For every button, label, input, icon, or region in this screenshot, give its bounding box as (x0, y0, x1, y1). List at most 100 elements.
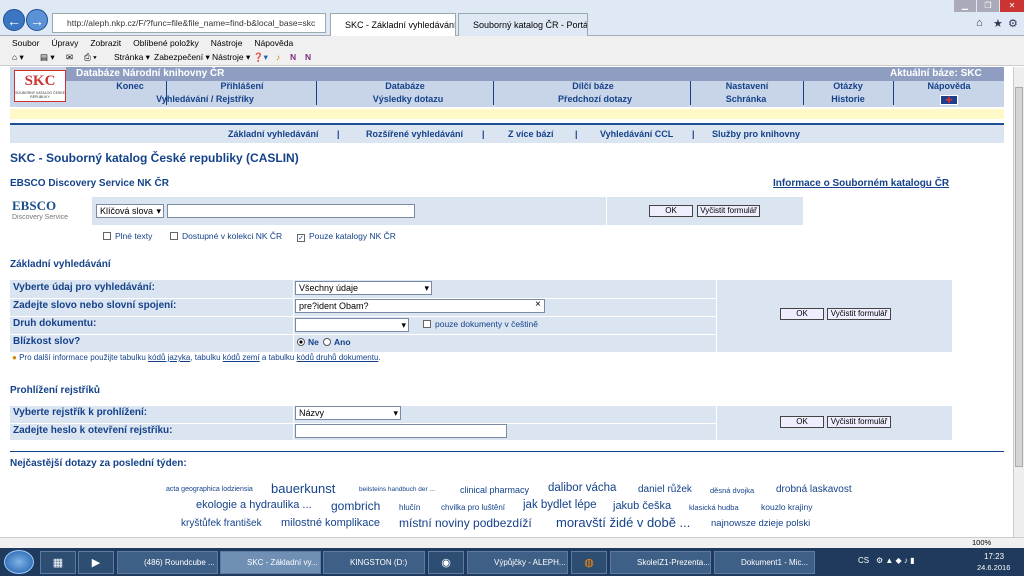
command-tools[interactable]: Nástroje ▾ (212, 52, 250, 63)
home-icon[interactable]: ⌂ (976, 17, 983, 29)
nav-vyhledavani[interactable]: Vyhledávání / Rejstříky (135, 94, 275, 104)
command-page[interactable]: Stránka ▾ (114, 52, 150, 63)
menu-soubor[interactable]: Soubor (12, 36, 39, 50)
tag[interactable]: hlučín (399, 503, 420, 512)
english-flag-icon[interactable]: ✚ (940, 95, 958, 105)
czech-only-checkbox[interactable]: pouze dokumenty v češtině (423, 319, 538, 329)
start-button[interactable] (4, 550, 34, 574)
onenote-icon-2[interactable]: N (305, 52, 311, 62)
opt-catalogs-only[interactable]: ✓ Pouze katalogy NK ČR (297, 231, 396, 242)
index-select[interactable]: Názvy (295, 406, 401, 420)
tag[interactable]: ekologie a hydraulika ... (196, 499, 312, 511)
tag[interactable]: kouzlo krajiny (761, 502, 813, 512)
print-icon[interactable]: ⎙ ▾ (84, 52, 97, 63)
tag[interactable]: clinical pharmacy (460, 485, 529, 495)
command-security[interactable]: Zabezpečení ▾ (154, 52, 210, 63)
taskbar-roundcube[interactable]: (486) Roundcube ... (117, 551, 218, 574)
tag[interactable]: daniel růžek (638, 484, 692, 495)
nav-nastaveni[interactable]: Nastavení (712, 81, 782, 91)
nav-prihlaseni[interactable]: Přihlášení (210, 81, 274, 91)
scrollbar[interactable] (1013, 67, 1024, 548)
tag[interactable]: dalibor vácha (548, 482, 616, 494)
opt-collection[interactable]: Dostupné v kolekci NK ČR (170, 231, 282, 241)
tag[interactable]: moravští židé v době ... (556, 515, 690, 530)
tray-icons[interactable]: ⚙ ▲ ◆ ♪ ▮ (876, 556, 915, 565)
skc-logo[interactable]: SKC SOUBORNÝ KATALOG ČESKÉ REPUBLIKY (14, 70, 66, 102)
nav-napoveda[interactable]: Nápověda (916, 81, 982, 91)
subnav-basic[interactable]: Základní vyhledávání (228, 129, 319, 139)
nav-schranka[interactable]: Schránka (716, 94, 776, 104)
basic-ok-button[interactable]: OK (780, 308, 824, 320)
nav-predchozi[interactable]: Předchozí dotazy (550, 94, 640, 104)
explorer-icon[interactable]: ▦ (40, 551, 76, 574)
browse-ok-button[interactable]: OK (780, 416, 824, 428)
feeds-icon[interactable]: ▤ ▾ (40, 52, 55, 63)
ebsco-clear-button[interactable]: Vyčistit formulář (697, 205, 760, 217)
tag[interactable]: najnowsze dzieje polski (711, 518, 810, 529)
settings-icon[interactable]: ⚙ (1008, 17, 1018, 30)
taskbar-powerpoint[interactable]: SkoleIZ1-Prezenta... (610, 551, 711, 574)
mail-icon[interactable]: ✉ (66, 52, 73, 63)
help-icon[interactable]: ❓▾ (253, 52, 268, 63)
nav-vysledky[interactable]: Výsledky dotazu (366, 94, 450, 104)
nav-konec[interactable]: Konec (100, 81, 160, 91)
menu-napoveda[interactable]: Nápověda (254, 36, 293, 50)
home-icon[interactable]: ⌂ ▾ (12, 52, 24, 63)
browse-clear-button[interactable]: Vyčistit formulář (827, 416, 891, 428)
nav-historie[interactable]: Historie (820, 94, 876, 104)
tab-portal[interactable]: Souborný katalog ČR - Portál ... (458, 13, 588, 36)
close-icon[interactable]: ✕ (1000, 0, 1024, 12)
menu-zobrazit[interactable]: Zobrazit (90, 36, 121, 50)
tag[interactable]: beilsteins handbuch der ... (359, 486, 435, 493)
menu-nastroje[interactable]: Nástroje (211, 36, 243, 50)
zoom-level[interactable]: 100% (972, 538, 991, 547)
nav-databaze[interactable]: Databáze (370, 81, 440, 91)
proximity-no-radio[interactable]: Ne (297, 337, 319, 347)
taskbar-kingston[interactable]: KINGSTON (D:) (323, 551, 425, 574)
forward-button[interactable]: → (26, 9, 48, 31)
subnav-multi[interactable]: Z více bází (508, 129, 554, 139)
ebsco-field-select[interactable]: Klíčová slova (96, 204, 164, 218)
tag[interactable]: bauerkunst (271, 481, 335, 496)
taskbar-skc[interactable]: SKC - Základní vy... (220, 551, 321, 574)
firefox-icon[interactable]: ◍ (571, 551, 607, 574)
basic-clear-button[interactable]: Vyčistit formulář (827, 308, 891, 320)
tag[interactable]: drobná laskavost (776, 484, 852, 495)
ebsco-query-input[interactable] (167, 204, 415, 218)
menu-oblibene[interactable]: Oblíbené položky (133, 36, 199, 50)
media-icon[interactable]: ▶ (78, 551, 114, 574)
language-codes-link[interactable]: kódů jazyka (148, 353, 190, 362)
taskbar-aleph[interactable]: Výpůjčky - ALEPH... (467, 551, 568, 574)
chrome-icon[interactable]: ◉ (428, 551, 464, 574)
address-bar[interactable]: http://aleph.nkp.cz/F/?func=file&file_na… (52, 13, 326, 33)
subnav-services[interactable]: Služby pro knihovny (712, 129, 800, 139)
query-input[interactable]: pre?ident Obam? (295, 299, 545, 313)
nav-dilci-baze[interactable]: Dílčí báze (558, 81, 628, 91)
subnav-ccl[interactable]: Vyhledávání CCL (600, 129, 673, 139)
tag[interactable]: chvilka pro luštění (441, 503, 505, 512)
addon-icon[interactable]: ♪ (276, 52, 280, 62)
tag[interactable]: gombrich (331, 499, 380, 513)
opt-fulltext[interactable]: Plné texty (103, 231, 152, 241)
tag[interactable]: milostné komplikace (281, 517, 380, 529)
tag[interactable]: děsná dvojka (710, 486, 754, 495)
heading-input[interactable] (295, 424, 507, 438)
tag[interactable]: místní noviny podbezdíží (399, 516, 532, 530)
favorites-icon[interactable]: ★ (993, 17, 1003, 30)
country-codes-link[interactable]: kódů zemí (223, 353, 260, 362)
clear-input-icon[interactable]: × (535, 299, 541, 310)
minimize-icon[interactable]: ▁ (954, 0, 976, 12)
tag[interactable]: jak bydlet lépe (523, 499, 597, 511)
tab-skc[interactable]: SKC - Základní vyhledávání (330, 13, 456, 36)
ebsco-ok-button[interactable]: OK (649, 205, 693, 217)
onenote-icon[interactable]: N (290, 52, 296, 62)
proximity-yes-radio[interactable]: Ano (323, 337, 351, 347)
language-indicator[interactable]: CS (858, 556, 869, 565)
nav-otazky[interactable]: Otázky (820, 81, 876, 91)
tag[interactable]: acta geographica lodziensia (166, 486, 253, 493)
maximize-icon[interactable]: ❐ (977, 0, 999, 12)
tag[interactable]: klasická hudba (689, 503, 739, 512)
field-select[interactable]: Všechny údaje (295, 281, 432, 295)
clock-date[interactable]: 24.6.2016 (977, 563, 1010, 572)
menu-upravy[interactable]: Úpravy (51, 36, 78, 50)
